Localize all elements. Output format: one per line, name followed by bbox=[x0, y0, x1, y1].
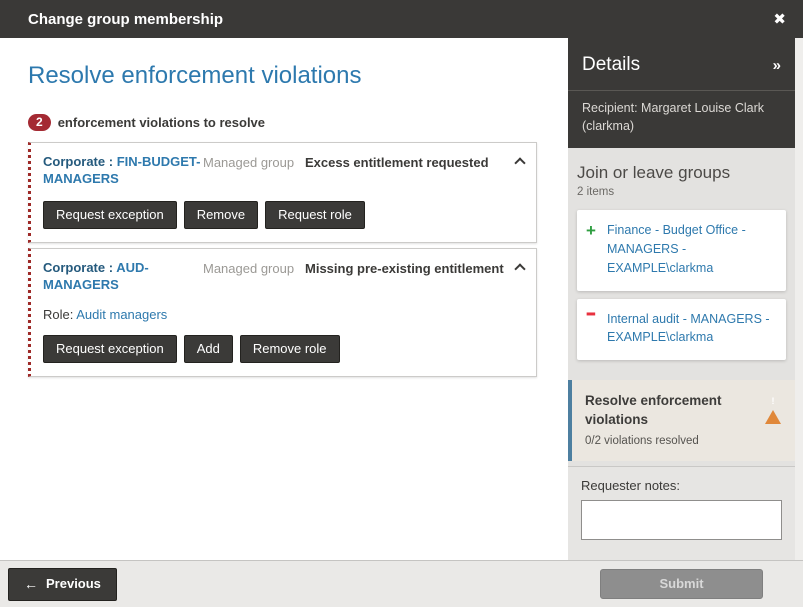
collapse-panel-icon[interactable]: » bbox=[773, 57, 781, 74]
details-header: Details » bbox=[568, 38, 795, 90]
role-label: Role: bbox=[43, 307, 76, 322]
left-arrow-icon: ← bbox=[24, 576, 38, 592]
warning-icon: ! bbox=[765, 393, 781, 407]
group-item-add[interactable]: + Finance - Budget Office - MANAGERS - E… bbox=[577, 210, 786, 290]
requester-notes-section: Requester notes: bbox=[568, 466, 795, 560]
change-group-membership-dialog: Change group membership ✖ Resolve enforc… bbox=[0, 0, 803, 607]
separator: : bbox=[105, 154, 117, 169]
group-type-label: Managed group bbox=[203, 154, 303, 170]
chevron-up-icon[interactable] bbox=[514, 157, 525, 168]
request-role-button[interactable]: Request role bbox=[265, 201, 365, 229]
close-icon[interactable]: ✖ bbox=[773, 10, 786, 28]
container-label: Corporate bbox=[43, 154, 105, 169]
chevron-up-icon[interactable] bbox=[514, 263, 525, 274]
violations-progress: 0/2 violations resolved bbox=[585, 435, 783, 447]
requester-notes-input[interactable] bbox=[581, 500, 782, 540]
join-leave-groups-section: Join or leave groups 2 items + Finance -… bbox=[568, 148, 795, 368]
group-item-remove[interactable]: − Internal audit - MANAGERS - EXAMPLE\cl… bbox=[577, 299, 786, 361]
group-type-label: Managed group bbox=[203, 260, 303, 276]
violation-group-name: Corporate : FIN-BUDGET-MANAGERS bbox=[43, 154, 201, 188]
separator: : bbox=[105, 260, 116, 275]
details-title: Details bbox=[582, 54, 640, 76]
resolve-violations-status-box: Resolve enforcement violations 0/2 viola… bbox=[568, 380, 795, 461]
groups-item-count: 2 items bbox=[577, 186, 786, 198]
group-item-label[interactable]: Finance - Budget Office - MANAGERS - EXA… bbox=[607, 221, 776, 277]
request-exception-button[interactable]: Request exception bbox=[43, 335, 177, 363]
groups-section-title: Join or leave groups bbox=[577, 163, 786, 183]
remove-button[interactable]: Remove bbox=[184, 201, 258, 229]
minus-icon: − bbox=[586, 298, 598, 358]
container-label: Corporate bbox=[43, 260, 105, 275]
role-link[interactable]: Audit managers bbox=[76, 307, 167, 322]
violation-type-label: Excess entitlement requested bbox=[305, 154, 506, 170]
violations-summary-label: enforcement violations to resolve bbox=[58, 115, 265, 130]
violations-summary: 2 enforcement violations to resolve bbox=[28, 114, 537, 131]
violation-card: Corporate : AUD-MANAGERS Managed group M… bbox=[28, 248, 537, 377]
previous-button-label: Previous bbox=[46, 576, 101, 591]
status-box-title: Resolve enforcement violations bbox=[585, 392, 735, 430]
violations-count-badge: 2 bbox=[28, 114, 51, 131]
plus-icon: + bbox=[586, 221, 598, 277]
submit-button[interactable]: Submit bbox=[600, 569, 763, 599]
dialog-header: Change group membership ✖ bbox=[0, 0, 803, 38]
violation-card: Corporate : FIN-BUDGET-MANAGERS Managed … bbox=[28, 142, 537, 243]
group-item-label[interactable]: Internal audit - MANAGERS - EXAMPLE\clar… bbox=[607, 310, 776, 348]
requester-notes-label: Requester notes: bbox=[581, 478, 782, 493]
recipient-info: Recipient: Margaret Louise Clark (clarkm… bbox=[568, 90, 795, 148]
dialog-title: Change group membership bbox=[28, 11, 223, 28]
violation-group-name: Corporate : AUD-MANAGERS bbox=[43, 260, 201, 294]
main-panel: Resolve enforcement violations 2 enforce… bbox=[0, 38, 568, 560]
details-sidebar: Details » Recipient: Margaret Louise Cla… bbox=[568, 38, 803, 560]
page-title: Resolve enforcement violations bbox=[28, 62, 537, 90]
role-line: Role: Audit managers bbox=[43, 307, 524, 322]
remove-role-button[interactable]: Remove role bbox=[240, 335, 340, 363]
request-exception-button[interactable]: Request exception bbox=[43, 201, 177, 229]
add-button[interactable]: Add bbox=[184, 335, 233, 363]
dialog-footer: ← Previous Submit bbox=[0, 560, 803, 607]
violation-type-label: Missing pre-existing entitlement bbox=[305, 260, 506, 276]
previous-button[interactable]: ← Previous bbox=[8, 568, 117, 601]
